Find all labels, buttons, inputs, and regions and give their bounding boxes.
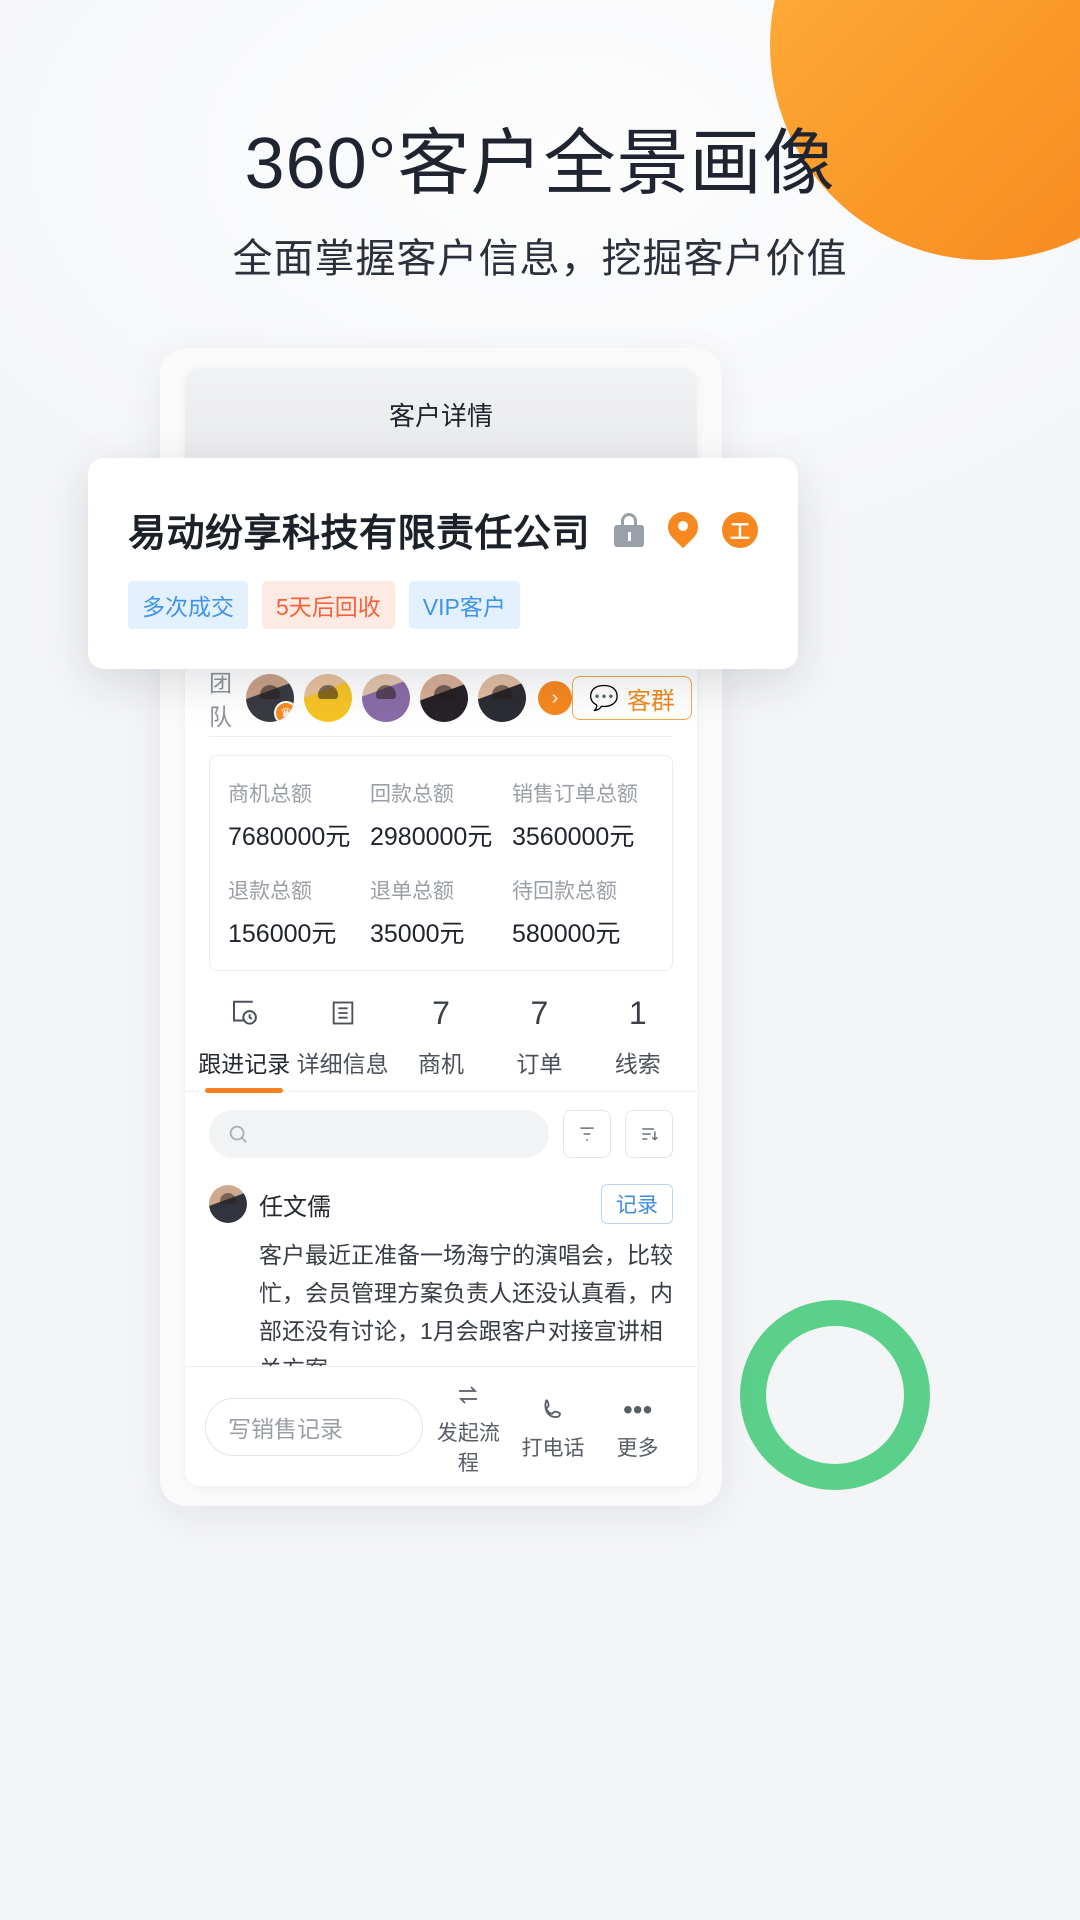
tab-detail-info[interactable]: 详细信息: [293, 991, 391, 1091]
customer-group-button[interactable]: 💬 客群: [572, 676, 692, 720]
avatar[interactable]: [209, 1185, 247, 1223]
stat-cell: 销售订单总额 3560000元: [512, 778, 654, 853]
sort-icon: [642, 1128, 658, 1141]
tab-count: 7: [432, 994, 450, 1031]
stat-label: 待回款总额: [512, 880, 617, 903]
avatar[interactable]: ♛: [246, 674, 294, 722]
stats-box: 商机总额 7680000元 回款总额 2980000元 销售订单总额 35600…: [209, 755, 673, 971]
divider: [209, 736, 673, 737]
tab-label: 商机: [417, 1051, 464, 1077]
call-button[interactable]: 打电话: [514, 1392, 593, 1462]
stat-cell: 回款总额 2980000元: [370, 778, 512, 853]
status-badge: 多次成交: [128, 581, 248, 629]
tab-opportunity[interactable]: 7 商机: [392, 991, 490, 1091]
tab-label: 线索: [614, 1051, 661, 1077]
stat-value: 35000元: [370, 920, 465, 948]
stat-value: 7680000元: [228, 823, 351, 851]
list-doc-icon: [293, 991, 391, 1035]
lock-icon[interactable]: [614, 512, 644, 547]
stat-label: 商机总额: [228, 783, 312, 806]
tab-follow-records[interactable]: 跟进记录: [195, 991, 293, 1091]
hero-section: 360°客户全景画像 全面掌握客户信息，挖掘客户价值: [0, 118, 1080, 286]
team-more-arrow-button[interactable]: ›: [538, 681, 572, 715]
page-root: 360°客户全景画像 全面掌握客户信息，挖掘客户价值 客户详情 团队 ♛ › 💬…: [0, 0, 1080, 1920]
stats-grid: 商机总额 7680000元 回款总额 2980000元 销售订单总额 35600…: [228, 778, 654, 950]
company-overlay-card: 易动纷享科技有限责任公司 工 多次成交 5天后回收 VIP客户: [88, 458, 798, 669]
start-flow-button[interactable]: 发起流程: [429, 1377, 508, 1477]
company-tag-list: 多次成交 5天后回收 VIP客户: [128, 581, 758, 629]
stat-value: 2980000元: [370, 823, 493, 851]
stat-label: 销售订单总额: [512, 783, 638, 806]
filter-icon: [580, 1127, 594, 1141]
phone-navbar: 客户详情: [185, 368, 697, 460]
search-input[interactable]: [209, 1110, 549, 1158]
tab-count: 1: [628, 994, 647, 1031]
chat-icon: 💬: [589, 684, 619, 712]
tab-count: 7: [530, 994, 549, 1031]
company-name: 易动纷享科技有限责任公司: [128, 513, 591, 555]
button-label: 发起流程: [436, 1421, 500, 1475]
avatar[interactable]: [478, 674, 526, 722]
button-label: 打电话: [521, 1436, 585, 1460]
stat-cell: 退款总额 156000元: [228, 875, 370, 950]
tab-leads[interactable]: 1 线索: [589, 991, 687, 1091]
stat-value: 156000元: [228, 920, 337, 948]
phone-nav-title: 客户详情: [388, 400, 493, 431]
team-row: 团队 ♛ › 💬 客群: [185, 660, 697, 736]
company-icon-group: 工: [614, 505, 758, 548]
stat-value: 3560000元: [512, 823, 635, 851]
page-subtitle: 全面掌握客户信息，挖掘客户价值: [232, 237, 848, 281]
company-title-row: 易动纷享科技有限责任公司 工: [128, 502, 758, 557]
sort-button[interactable]: [625, 1110, 673, 1158]
green-ring-decoration: [740, 1300, 930, 1490]
feed-header: 任文儒 记录: [209, 1184, 673, 1224]
more-icon: •••: [622, 1393, 653, 1425]
clock-doc-icon: [195, 991, 293, 1035]
status-badge: 5天后回收: [262, 581, 395, 629]
stat-cell: 商机总额 7680000元: [228, 778, 370, 853]
write-record-input[interactable]: 写销售记录: [205, 1397, 423, 1456]
avatar[interactable]: [362, 674, 410, 722]
stat-cell: 待回款总额 580000元: [512, 875, 654, 950]
phone-icon: [514, 1392, 593, 1428]
tab-orders[interactable]: 7 订单: [490, 991, 588, 1091]
filter-button[interactable]: [563, 1110, 611, 1158]
tab-label: 订单: [516, 1051, 563, 1077]
team-avatars[interactable]: ♛: [246, 674, 526, 722]
search-row: [185, 1092, 697, 1170]
flow-icon: [429, 1377, 508, 1413]
avatar[interactable]: [420, 674, 468, 722]
bottom-action-bar: 写销售记录 发起流程 打电话 ••• 更多: [185, 1366, 697, 1486]
stat-label: 回款总额: [370, 783, 454, 806]
page-title: 360°客户全景画像: [244, 124, 836, 204]
status-badge: VIP客户: [408, 581, 520, 629]
stat-label: 退款总额: [228, 880, 312, 903]
industry-badge-icon[interactable]: 工: [722, 511, 758, 548]
avatar[interactable]: [304, 674, 352, 722]
stat-label: 退单总额: [370, 880, 454, 903]
feed-type-badge: 记录: [601, 1184, 673, 1224]
search-icon: [229, 1125, 247, 1143]
more-button[interactable]: ••• 更多: [598, 1392, 677, 1462]
tab-bar: 跟进记录 详细信息 7 商机 7 订单 1 线索: [185, 971, 697, 1092]
team-label: 团队: [209, 670, 232, 730]
customer-group-label: 客群: [626, 687, 675, 715]
tab-label: 详细信息: [296, 1051, 389, 1077]
stat-value: 580000元: [512, 920, 621, 948]
button-label: 更多: [616, 1436, 659, 1460]
tab-label: 跟进记录: [198, 1051, 291, 1077]
crown-icon: ♛: [274, 701, 294, 722]
stat-cell: 退单总额 35000元: [370, 875, 512, 950]
feed-author: 任文儒: [259, 1193, 331, 1221]
location-pin-icon[interactable]: [661, 505, 705, 548]
